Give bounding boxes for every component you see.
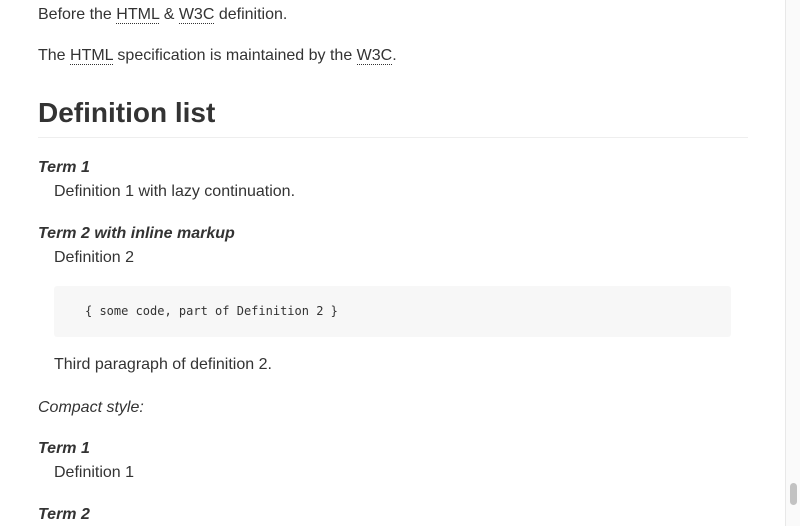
scrollbar-thumb[interactable] — [790, 483, 797, 505]
text: specification is maintained by the — [112, 47, 357, 64]
dl-term: Term 2 with inline markup — [38, 225, 235, 242]
dl-term: Term 1 — [38, 440, 90, 457]
page: Before the HTML & W3C definition. The HT… — [0, 0, 800, 526]
compact-style-label: Compact style: — [38, 399, 144, 416]
vertical-scrollbar[interactable] — [785, 0, 800, 526]
abbr-w3c[interactable]: W3C — [178, 6, 215, 24]
definition-list-2: Term 1 Definition 1 Term 2 — [38, 438, 748, 526]
text: . — [392, 47, 397, 64]
text: & — [159, 6, 179, 23]
code-block: { some code, part of Definition 2 } — [54, 286, 731, 337]
abbr-html[interactable]: HTML — [116, 6, 160, 24]
dl-definition: Definition 1 — [54, 464, 135, 481]
abbr-html[interactable]: HTML — [70, 47, 113, 65]
intro-paragraph: Before the HTML & W3C definition. — [38, 3, 287, 27]
definition-list-1: Term 1 Definition 1 with lazy continuati… — [38, 157, 748, 376]
spec-paragraph: The HTML specification is maintained by … — [38, 44, 397, 68]
abbr-w3c[interactable]: W3C — [356, 47, 393, 65]
dl-definition: Definition 1 with lazy continuation. — [54, 183, 296, 200]
heading-rule — [38, 137, 748, 138]
text: Before the — [38, 6, 117, 23]
text: The — [38, 47, 71, 64]
section-heading: Definition list — [38, 97, 216, 128]
dl-definition-paragraph: Third paragraph of definition 2. — [54, 356, 272, 373]
dl-term: Term 2 — [38, 506, 90, 523]
text: definition. — [214, 6, 288, 23]
dl-definition: Definition 2 — [54, 249, 135, 266]
dl-term: Term 1 — [38, 159, 90, 176]
code-text: { some code, part of Definition 2 } — [85, 304, 338, 318]
